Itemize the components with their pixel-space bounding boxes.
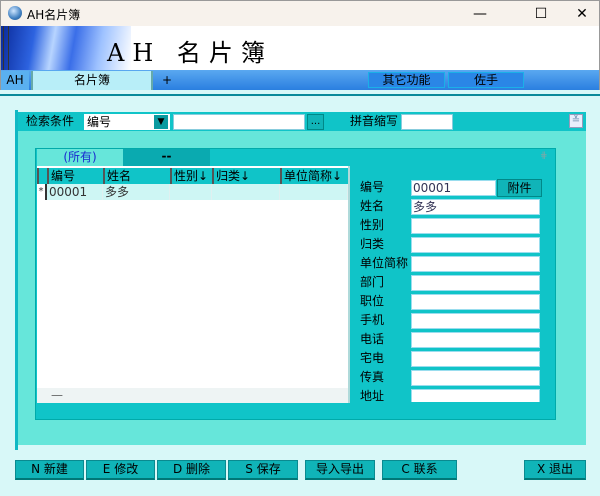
records-footer	[36, 403, 555, 419]
grid-tab-all[interactable]: (所有)	[37, 149, 123, 166]
grid-header-marker	[37, 168, 47, 184]
table-row-cell-name[interactable]: 多多	[103, 184, 170, 200]
form-label-home-phone: 宅电	[360, 351, 385, 365]
app-globe-icon	[8, 6, 22, 20]
form-label-name: 姓名	[360, 199, 385, 213]
divider	[0, 90, 600, 96]
grid-tab-other[interactable]: --	[123, 149, 210, 166]
table-row-cell-category[interactable]	[212, 184, 280, 200]
tab-add[interactable]: +	[159, 71, 175, 90]
maximize-button[interactable]: ☐	[526, 4, 556, 24]
window-title: AH名片簿	[27, 8, 81, 22]
form-input-department[interactable]	[411, 275, 540, 291]
form-input-company[interactable]	[411, 256, 540, 272]
form-input-name[interactable]: 多多	[411, 199, 540, 215]
grip-icon: ⋕	[540, 151, 548, 161]
form-input-position[interactable]	[411, 294, 540, 310]
exit-button[interactable]: X 退出	[524, 460, 586, 480]
expand-icon[interactable]: ≚	[569, 114, 583, 128]
import-export-button[interactable]: 导入导出	[305, 460, 375, 480]
new-button[interactable]: N 新建	[15, 460, 84, 480]
delete-button[interactable]: D 删除	[157, 460, 226, 480]
form-input-mobile[interactable]	[411, 313, 540, 329]
contact-button[interactable]: C 联系	[382, 460, 457, 480]
grid-header-id[interactable]: 编号	[47, 168, 103, 184]
assistant-button[interactable]: 佐手	[448, 72, 524, 88]
chevron-down-icon[interactable]: ▼	[154, 115, 168, 129]
pinyin-input[interactable]	[401, 114, 453, 130]
grid-header-name[interactable]: 姓名	[103, 168, 170, 184]
form-input-id[interactable]: 00001	[411, 180, 496, 196]
form-label-company: 单位简称	[360, 256, 409, 270]
other-functions-button[interactable]: 其它功能	[368, 72, 445, 88]
scroll-thumb[interactable]: —	[51, 388, 63, 402]
table-row-cell-gender[interactable]	[170, 184, 212, 200]
form-input-fax[interactable]	[411, 370, 540, 386]
form-label-phone: 电话	[360, 332, 385, 346]
minimize-button[interactable]: —	[465, 4, 495, 24]
splitter[interactable]	[348, 166, 350, 405]
form-label-mobile: 手机	[360, 313, 385, 327]
tab-cardbook[interactable]: 名片簿	[31, 71, 153, 90]
pinyin-label: 拼音缩写	[350, 114, 399, 128]
grid-header-category[interactable]: 归类↓	[212, 168, 280, 184]
tab-bar: AH 名片簿 + 其它功能 佐手	[0, 70, 600, 90]
form-input-category[interactable]	[411, 237, 540, 253]
edit-button[interactable]: E 修改	[86, 460, 155, 480]
search-input[interactable]	[173, 114, 305, 130]
search-label: 检索条件	[26, 114, 75, 128]
grid-header-company[interactable]: 单位简称↓	[280, 168, 348, 184]
form-label-position: 职位	[360, 294, 385, 308]
form-input-phone[interactable]	[411, 332, 540, 348]
title-bar: AH名片簿 — ☐ ✕	[0, 0, 600, 26]
browse-button[interactable]: ...	[307, 114, 324, 130]
form-label-department: 部门	[360, 275, 385, 289]
attachment-button[interactable]: 附件	[497, 179, 542, 197]
banner: AH 名片簿	[0, 26, 600, 70]
search-bar: 检索条件 编号 ▼ ... 拼音缩写 ≚	[18, 112, 586, 131]
records-grid[interactable]	[37, 166, 348, 405]
tab-ah[interactable]: AH	[1, 71, 29, 90]
form-input-gender[interactable]	[411, 218, 540, 234]
form-label-address: 地址	[360, 389, 385, 402]
form-label-id: 编号	[360, 180, 385, 194]
row-marker: *	[37, 184, 47, 200]
form-label-category: 归类	[360, 237, 385, 251]
table-row-cell-id[interactable]: 00001	[47, 184, 103, 200]
form-label-fax: 传真	[360, 370, 385, 384]
form-input-home-phone[interactable]	[411, 351, 540, 367]
grid-header-gender[interactable]: 性别↓	[170, 168, 212, 184]
form-label-gender: 性别	[360, 218, 385, 232]
table-row-cell-company[interactable]	[280, 184, 348, 200]
form-input-address[interactable]	[411, 389, 540, 402]
close-button[interactable]: ✕	[567, 4, 597, 24]
banner-title: AH 名片簿	[107, 39, 273, 67]
save-button[interactable]: S 保存	[228, 460, 298, 480]
